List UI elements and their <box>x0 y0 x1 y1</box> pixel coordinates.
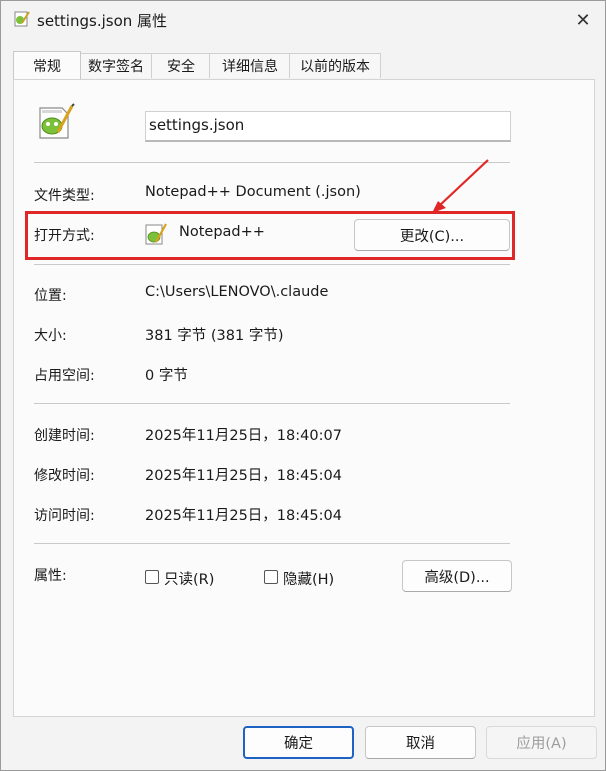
file-type-value: Notepad++ Document (.json) <box>145 184 361 200</box>
general-panel: settings.json 文件类型: Notepad++ Document (… <box>13 79 595 717</box>
location-value: C:\Users\LENOVO\.claude <box>145 284 329 300</box>
size-label: 大小: <box>34 328 67 344</box>
change-button[interactable]: 更改(C)... <box>354 219 510 251</box>
open-with-label: 打开方式: <box>34 228 95 244</box>
divider <box>34 403 510 404</box>
close-icon: ✕ <box>575 9 591 31</box>
tab-digital-signatures[interactable]: 数字签名 <box>79 53 153 78</box>
tab-security[interactable]: 安全 <box>151 53 211 78</box>
apply-button[interactable]: 应用(A) <box>486 726 597 759</box>
hidden-checkbox[interactable] <box>264 570 278 584</box>
divider <box>34 264 510 265</box>
open-with-app: Notepad++ <box>179 224 265 240</box>
readonly-label[interactable]: 只读(R) <box>164 568 214 589</box>
accessed-label: 访问时间: <box>34 508 95 524</box>
divider <box>34 543 510 544</box>
disk-size-label: 占用空间: <box>34 368 95 384</box>
modified-value: 2025年11月25日，18:45:04 <box>145 468 342 484</box>
location-label: 位置: <box>34 288 67 304</box>
size-value: 381 字节 (381 字节) <box>145 328 284 344</box>
window-title: settings.json 属性 <box>37 12 168 30</box>
tab-general[interactable]: 常规 <box>13 51 81 79</box>
created-label: 创建时间: <box>34 428 95 444</box>
tab-previous-versions[interactable]: 以前的版本 <box>289 53 381 78</box>
title-bar: settings.json 属性 ✕ <box>1 1 605 39</box>
file-name-input[interactable]: settings.json <box>145 111 511 142</box>
ok-button[interactable]: 确定 <box>243 726 354 759</box>
notepadpp-app-icon <box>145 223 167 245</box>
tab-details[interactable]: 详细信息 <box>209 53 291 78</box>
hidden-label[interactable]: 隐藏(H) <box>283 568 334 589</box>
attributes-label: 属性: <box>34 568 67 584</box>
modified-label: 修改时间: <box>34 468 95 484</box>
disk-size-value: 0 字节 <box>145 368 188 384</box>
notepadpp-file-icon <box>14 11 30 27</box>
annotation-arrow <box>432 159 489 213</box>
advanced-button[interactable]: 高级(D)... <box>402 560 512 592</box>
notepadpp-file-icon <box>39 103 75 139</box>
cancel-button[interactable]: 取消 <box>365 726 476 759</box>
file-type-label: 文件类型: <box>34 188 95 204</box>
accessed-value: 2025年11月25日，18:45:04 <box>145 508 342 524</box>
properties-window: settings.json 属性 ✕ 常规 数字签名 安全 详细信息 以前的版本… <box>0 0 606 771</box>
close-button[interactable]: ✕ <box>569 7 597 33</box>
created-value: 2025年11月25日，18:40:07 <box>145 428 342 444</box>
divider <box>34 162 510 163</box>
readonly-checkbox[interactable] <box>145 570 159 584</box>
